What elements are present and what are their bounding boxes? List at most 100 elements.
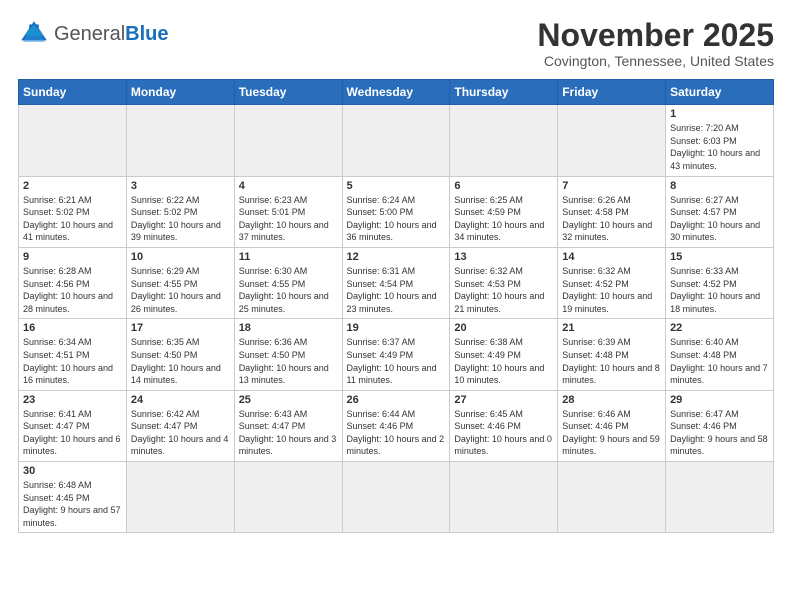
day-cell: 22Sunrise: 6:40 AMSunset: 4:48 PMDayligh… <box>666 319 774 390</box>
day-info: Sunrise: 6:32 AMSunset: 4:52 PMDaylight:… <box>562 265 661 315</box>
day-info: Sunrise: 6:25 AMSunset: 4:59 PMDaylight:… <box>454 194 553 244</box>
day-cell <box>342 105 450 176</box>
weekday-header-row: SundayMondayTuesdayWednesdayThursdayFrid… <box>19 80 774 105</box>
day-cell: 13 Sunrise: 6:32 AMSunset: 4:53 PMDayligh… <box>450 247 558 318</box>
day-cell: 21 Sunrise: 6:39 AMSunset: 4:48 PMDayligh… <box>558 319 666 390</box>
day-cell: 29Sunrise: 6:47 AMSunset: 4:46 PMDayligh… <box>666 390 774 461</box>
weekday-saturday: Saturday <box>666 80 774 105</box>
day-info: Sunrise: 6:30 AMSunset: 4:55 PMDaylight:… <box>239 265 338 315</box>
day-info: Sunrise: 6:26 AMSunset: 4:58 PMDaylight:… <box>562 194 661 244</box>
day-number: 6 <box>454 180 553 192</box>
day-number: 11 <box>239 251 338 263</box>
day-cell <box>558 105 666 176</box>
day-number: 17 <box>131 322 230 334</box>
day-cell: 4 Sunrise: 6:23 AMSunset: 5:01 PMDaylight… <box>234 176 342 247</box>
logo-text: GeneralBlue <box>54 23 169 46</box>
day-number: 8 <box>670 180 769 192</box>
week-row-6: 30 Sunrise: 6:48 AMSunset: 4:45 PMDayligh… <box>19 462 774 533</box>
day-info: Sunrise: 6:24 AMSunset: 5:00 PMDaylight:… <box>347 194 446 244</box>
day-cell: 16Sunrise: 6:34 AMSunset: 4:51 PMDayligh… <box>19 319 127 390</box>
day-info: Sunrise: 6:39 AMSunset: 4:48 PMDaylight:… <box>562 336 661 386</box>
day-cell <box>450 462 558 533</box>
day-info: Sunrise: 6:35 AMSunset: 4:50 PMDaylight:… <box>131 336 230 386</box>
day-number: 20 <box>454 322 553 334</box>
day-cell: 11 Sunrise: 6:30 AMSunset: 4:55 PMDayligh… <box>234 247 342 318</box>
day-info: Sunrise: 6:32 AMSunset: 4:53 PMDaylight:… <box>454 265 553 315</box>
day-cell: 14 Sunrise: 6:32 AMSunset: 4:52 PMDayligh… <box>558 247 666 318</box>
logo-icon <box>18 18 50 50</box>
day-cell: 6 Sunrise: 6:25 AMSunset: 4:59 PMDaylight… <box>450 176 558 247</box>
day-info: Sunrise: 6:37 AMSunset: 4:49 PMDaylight:… <box>347 336 446 386</box>
day-cell <box>450 105 558 176</box>
day-info: Sunrise: 6:47 AMSunset: 4:46 PMDaylight:… <box>670 408 769 458</box>
day-info: Sunrise: 6:33 AMSunset: 4:52 PMDaylight:… <box>670 265 769 315</box>
day-info: Sunrise: 6:48 AMSunset: 4:45 PMDaylight:… <box>23 479 122 529</box>
day-number: 25 <box>239 394 338 406</box>
day-cell <box>19 105 127 176</box>
day-number: 15 <box>670 251 769 263</box>
page: GeneralBlue November 2025 Covington, Ten… <box>0 0 792 612</box>
day-cell: 25Sunrise: 6:43 AMSunset: 4:47 PMDayligh… <box>234 390 342 461</box>
day-cell <box>558 462 666 533</box>
day-cell: 26Sunrise: 6:44 AMSunset: 4:46 PMDayligh… <box>342 390 450 461</box>
weekday-sunday: Sunday <box>19 80 127 105</box>
weekday-friday: Friday <box>558 80 666 105</box>
day-number: 16 <box>23 322 122 334</box>
location: Covington, Tennessee, United States <box>537 53 774 69</box>
day-cell <box>234 462 342 533</box>
week-row-1: 1Sunrise: 7:20 AMSunset: 6:03 PMDaylight… <box>19 105 774 176</box>
day-cell: 3 Sunrise: 6:22 AMSunset: 5:02 PMDaylight… <box>126 176 234 247</box>
day-number: 27 <box>454 394 553 406</box>
day-number: 13 <box>454 251 553 263</box>
day-number: 24 <box>131 394 230 406</box>
day-cell: 8 Sunrise: 6:27 AMSunset: 4:57 PMDaylight… <box>666 176 774 247</box>
day-cell: 27 Sunrise: 6:45 AMSunset: 4:46 PMDayligh… <box>450 390 558 461</box>
day-info: Sunrise: 6:36 AMSunset: 4:50 PMDaylight:… <box>239 336 338 386</box>
day-cell: 24Sunrise: 6:42 AMSunset: 4:47 PMDayligh… <box>126 390 234 461</box>
day-number: 21 <box>562 322 661 334</box>
day-info: Sunrise: 6:22 AMSunset: 5:02 PMDaylight:… <box>131 194 230 244</box>
weekday-thursday: Thursday <box>450 80 558 105</box>
day-info: Sunrise: 6:21 AMSunset: 5:02 PMDaylight:… <box>23 194 122 244</box>
day-number: 18 <box>239 322 338 334</box>
day-cell: 12Sunrise: 6:31 AMSunset: 4:54 PMDayligh… <box>342 247 450 318</box>
day-number: 23 <box>23 394 122 406</box>
weekday-wednesday: Wednesday <box>342 80 450 105</box>
week-row-3: 9 Sunrise: 6:28 AMSunset: 4:56 PMDaylight… <box>19 247 774 318</box>
day-cell: 15 Sunrise: 6:33 AMSunset: 4:52 PMDayligh… <box>666 247 774 318</box>
day-number: 5 <box>347 180 446 192</box>
day-info: Sunrise: 6:41 AMSunset: 4:47 PMDaylight:… <box>23 408 122 458</box>
day-number: 14 <box>562 251 661 263</box>
day-number: 1 <box>670 108 769 120</box>
day-info: Sunrise: 6:28 AMSunset: 4:56 PMDaylight:… <box>23 265 122 315</box>
month-title: November 2025 <box>537 18 774 53</box>
weekday-monday: Monday <box>126 80 234 105</box>
calendar: SundayMondayTuesdayWednesdayThursdayFrid… <box>18 79 774 533</box>
day-number: 3 <box>131 180 230 192</box>
day-cell: 17 Sunrise: 6:35 AMSunset: 4:50 PMDayligh… <box>126 319 234 390</box>
day-number: 4 <box>239 180 338 192</box>
day-cell: 18 Sunrise: 6:36 AMSunset: 4:50 PMDayligh… <box>234 319 342 390</box>
week-row-2: 2 Sunrise: 6:21 AMSunset: 5:02 PMDaylight… <box>19 176 774 247</box>
day-cell <box>126 105 234 176</box>
day-number: 28 <box>562 394 661 406</box>
day-cell: 5 Sunrise: 6:24 AMSunset: 5:00 PMDaylight… <box>342 176 450 247</box>
day-cell: 19Sunrise: 6:37 AMSunset: 4:49 PMDayligh… <box>342 319 450 390</box>
day-cell <box>126 462 234 533</box>
day-info: Sunrise: 6:29 AMSunset: 4:55 PMDaylight:… <box>131 265 230 315</box>
day-info: Sunrise: 6:45 AMSunset: 4:46 PMDaylight:… <box>454 408 553 458</box>
day-cell: 20Sunrise: 6:38 AMSunset: 4:49 PMDayligh… <box>450 319 558 390</box>
day-cell: 2 Sunrise: 6:21 AMSunset: 5:02 PMDaylight… <box>19 176 127 247</box>
day-cell <box>342 462 450 533</box>
day-cell: 28Sunrise: 6:46 AMSunset: 4:46 PMDayligh… <box>558 390 666 461</box>
day-number: 2 <box>23 180 122 192</box>
day-cell: 10 Sunrise: 6:29 AMSunset: 4:55 PMDayligh… <box>126 247 234 318</box>
day-number: 9 <box>23 251 122 263</box>
day-info: Sunrise: 6:23 AMSunset: 5:01 PMDaylight:… <box>239 194 338 244</box>
day-cell: 30 Sunrise: 6:48 AMSunset: 4:45 PMDayligh… <box>19 462 127 533</box>
day-info: Sunrise: 6:31 AMSunset: 4:54 PMDaylight:… <box>347 265 446 315</box>
weekday-tuesday: Tuesday <box>234 80 342 105</box>
day-info: Sunrise: 6:27 AMSunset: 4:57 PMDaylight:… <box>670 194 769 244</box>
day-number: 10 <box>131 251 230 263</box>
day-number: 30 <box>23 465 122 477</box>
